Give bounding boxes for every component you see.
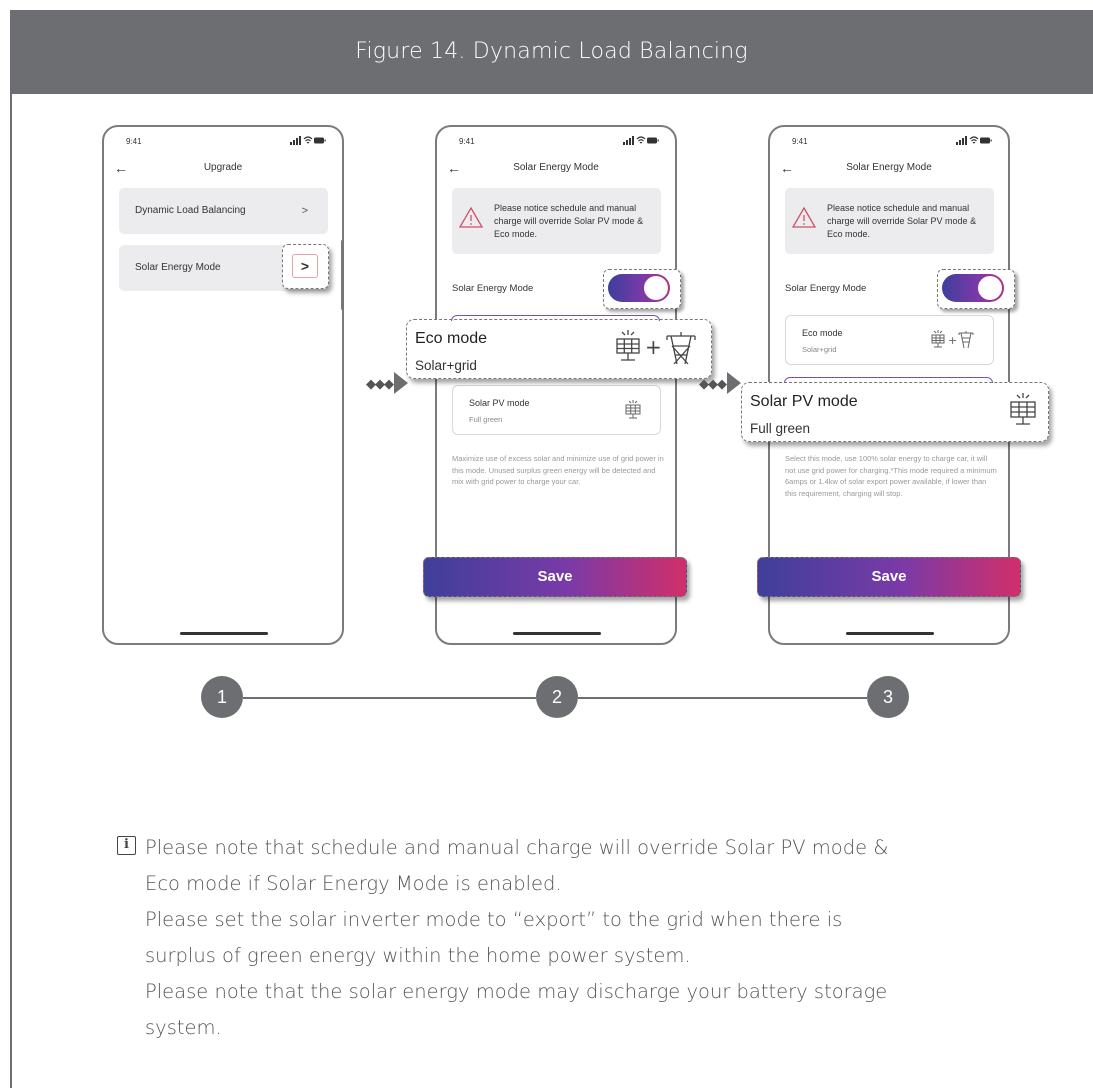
screen-title: Upgrade [203, 162, 243, 173]
menu-row-label: Solar Energy Mode [135, 262, 221, 273]
flow-arrow-dots: ◆◆◆ [699, 376, 727, 391]
callout-title: Eco mode [415, 330, 488, 347]
mode-title: Eco mode [802, 328, 843, 338]
mode-option-solar-pv[interactable]: Solar PV mode Full green [452, 385, 661, 435]
solar-panel-plus-pylon-icon: + [615, 330, 701, 374]
eco-mode-box-edge [451, 315, 660, 321]
status-icons [956, 136, 992, 147]
note-text: Please note that schedule and manual cha… [145, 830, 915, 1046]
signal-wifi-battery-icon [290, 136, 326, 145]
toggle-knob [644, 276, 668, 300]
step-marker-1: 1 [201, 676, 243, 718]
chevron-right-icon: > [292, 254, 318, 278]
solar-energy-mode-toggle-highlight[interactable] [603, 269, 681, 309]
mode-title: Solar PV mode [469, 398, 530, 408]
solar-energy-mode-label: Solar Energy Mode [452, 283, 534, 294]
svg-text:+: + [948, 334, 957, 347]
callout-title: Solar PV mode [750, 393, 858, 410]
home-indicator [180, 632, 268, 635]
status-time: 9:41 [459, 137, 475, 146]
solar-panel-plus-pylon-icon: + [931, 330, 975, 353]
note-line: Please note that schedule and manual cha… [145, 836, 889, 895]
figure-title: Figure 14. Dynamic Load Balancing [10, 10, 1093, 94]
solar-panel-icon [1008, 393, 1038, 435]
flow-arrow-icon [727, 372, 741, 394]
save-button[interactable]: Save [423, 557, 687, 597]
status-time: 9:41 [126, 137, 142, 146]
screen-title: Solar Energy Mode [846, 162, 932, 173]
notice-text: Please notice schedule and manual charge… [494, 203, 644, 239]
warning-icon [459, 206, 483, 228]
scrollbar[interactable] [341, 240, 344, 310]
eco-mode-callout[interactable]: Eco mode Solar+grid + [406, 319, 712, 379]
notice-box: Please notice schedule and manual charge… [452, 188, 661, 254]
solar-energy-mode-toggle-highlight[interactable] [937, 269, 1015, 309]
solar-energy-mode-toggle[interactable] [608, 274, 670, 302]
mode-description: Select this mode, use 100% solar energy … [785, 454, 997, 498]
note-line: Please set the solar inverter mode to “e… [145, 908, 843, 967]
solar-pv-box-edge [784, 377, 993, 383]
status-icons [623, 136, 659, 147]
mode-subtitle: Solar+grid [802, 345, 837, 354]
save-button[interactable]: Save [757, 557, 1021, 597]
flow-arrow-dots: ◆◆◆ [366, 376, 394, 391]
svg-text:+: + [645, 335, 662, 359]
signal-wifi-battery-icon [956, 136, 992, 145]
step-connector [578, 697, 867, 699]
warning-icon [792, 206, 816, 228]
step-marker-2: 2 [536, 676, 578, 718]
solar-energy-mode-toggle[interactable] [942, 274, 1004, 302]
step-connector [243, 697, 536, 699]
status-time: 9:41 [792, 137, 808, 146]
mode-description: Maximize use of excess solar and minimiz… [452, 454, 664, 486]
toggle-knob [978, 276, 1002, 300]
chevron-right-icon: > [301, 205, 308, 217]
home-indicator [846, 632, 934, 635]
home-indicator [513, 632, 601, 635]
note-line: Please note that the solar energy mode m… [145, 980, 888, 1039]
phone-screen-upgrade: 9:41 ← Upgrade Dynamic Load Balancing > … [102, 125, 344, 645]
notice-text: Please notice schedule and manual charge… [827, 203, 977, 239]
status-icons [290, 136, 326, 147]
notice-box: Please notice schedule and manual charge… [785, 188, 994, 254]
menu-row-label: Dynamic Load Balancing [135, 205, 246, 216]
mode-subtitle: Full green [469, 415, 503, 424]
solar-energy-mode-label: Solar Energy Mode [785, 283, 867, 294]
callout-subtitle: Solar+grid [415, 358, 477, 373]
callout-subtitle: Full green [750, 421, 811, 436]
signal-wifi-battery-icon [623, 136, 659, 145]
solar-energy-mode-chevron-highlight[interactable]: > [282, 244, 329, 289]
solar-pv-mode-callout[interactable]: Solar PV mode Full green [741, 382, 1049, 442]
mode-option-eco[interactable]: Eco mode Solar+grid + [785, 315, 994, 365]
screen-title: Solar Energy Mode [513, 162, 599, 173]
flow-arrow-icon [394, 372, 408, 394]
info-icon: i [117, 836, 136, 855]
solar-panel-icon [624, 400, 642, 423]
menu-row-dynamic-load-balancing[interactable]: Dynamic Load Balancing > [119, 188, 328, 234]
step-marker-3: 3 [867, 676, 909, 718]
